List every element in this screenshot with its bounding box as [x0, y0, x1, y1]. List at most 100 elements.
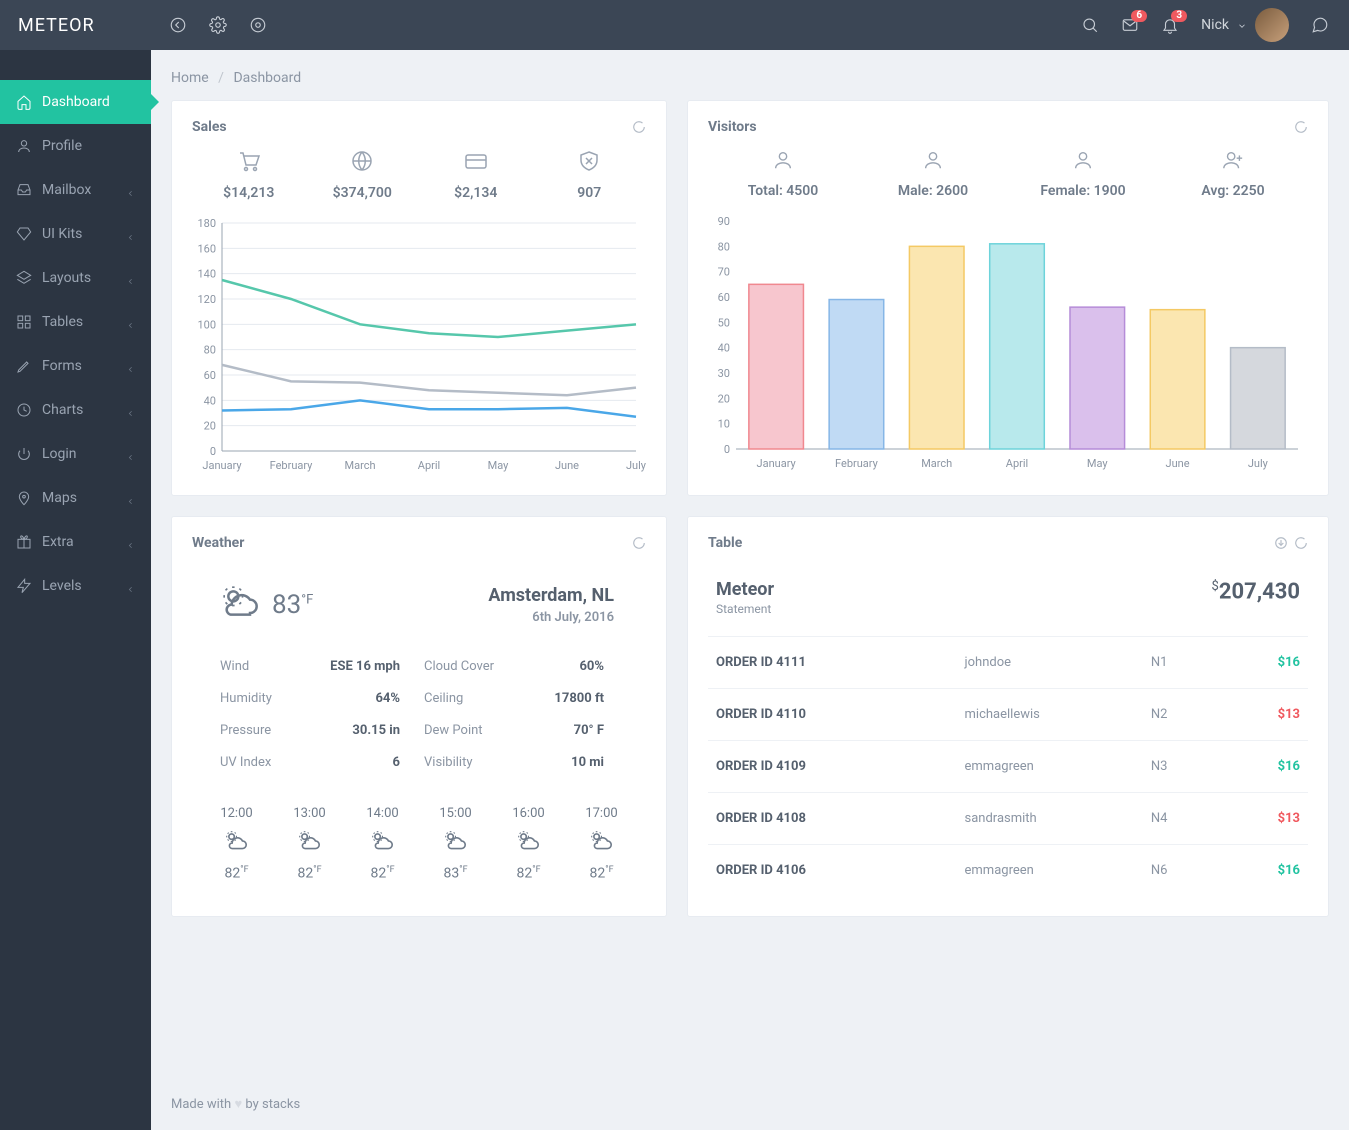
sidebar-item-levels[interactable]: Levels — [0, 564, 151, 608]
visitor-stat: Total: 4500 — [708, 149, 858, 199]
sidebar-item-maps[interactable]: Maps — [0, 476, 151, 520]
weather-metric-value: 64% — [322, 691, 414, 706]
sidebar-item-label: Mailbox — [42, 182, 91, 198]
weather-metric-value: 70° F — [526, 723, 618, 738]
table-row[interactable]: ORDER ID 4111johndoeN1$16 — [708, 637, 1308, 689]
sidebar-item-tables[interactable]: Tables — [0, 300, 151, 344]
sidebar-item-label: Levels — [42, 578, 82, 594]
weather-metric-label: Dew Point — [424, 723, 516, 738]
svg-text:180: 180 — [197, 217, 216, 230]
svg-text:July: July — [1248, 457, 1269, 470]
order-nr: N4 — [1151, 811, 1226, 826]
mail-icon[interactable]: 6 — [1121, 16, 1139, 34]
back-icon[interactable] — [169, 16, 187, 34]
sidebar-item-label: UI Kits — [42, 226, 82, 242]
download-icon[interactable] — [1274, 536, 1288, 550]
search-icon[interactable] — [1081, 16, 1099, 34]
svg-text:80: 80 — [718, 240, 730, 253]
bell-badge: 3 — [1171, 10, 1187, 22]
refresh-icon[interactable] — [632, 536, 646, 550]
table-amount: $207,430 — [1212, 579, 1300, 604]
weather-city: Amsterdam, NL — [488, 585, 614, 606]
gift-icon — [16, 534, 32, 550]
person-icon — [922, 149, 944, 171]
user-name: Nick — [1201, 17, 1229, 33]
sales-stats: $14,213$374,700$2,134907 — [192, 149, 646, 201]
weather-metric-label: Visibility — [424, 755, 516, 770]
svg-text:April: April — [1006, 457, 1028, 470]
svg-text:July: July — [626, 459, 646, 472]
order-nr: N1 — [1151, 655, 1226, 670]
svg-text:140: 140 — [197, 268, 216, 281]
data-table: ORDER ID 4111johndoeN1$16ORDER ID 4110mi… — [708, 637, 1308, 896]
refresh-icon[interactable] — [1294, 120, 1308, 134]
power-icon — [16, 446, 32, 462]
forecast-item: 14:0082°F — [366, 806, 398, 882]
sidebar-item-label: Extra — [42, 534, 74, 550]
svg-text:0: 0 — [724, 443, 730, 456]
weather-metric-value: 10 mi — [526, 755, 618, 770]
visitors-chart: 0102030405060708090JanuaryFebruaryMarchA… — [708, 213, 1308, 473]
layers-icon — [16, 270, 32, 286]
svg-text:50: 50 — [718, 316, 730, 329]
shield-icon — [577, 149, 601, 173]
table-row[interactable]: ORDER ID 4109emmagreenN3$16 — [708, 741, 1308, 793]
sidebar-item-layouts[interactable]: Layouts — [0, 256, 151, 300]
order-price: $16 — [1225, 863, 1300, 878]
sidebar-item-profile[interactable]: Profile — [0, 124, 151, 168]
forecast-time: 12:00 — [220, 806, 252, 821]
refresh-icon[interactable] — [632, 120, 646, 134]
table-row[interactable]: ORDER ID 4106emmagreenN6$16 — [708, 845, 1308, 896]
sidebar-item-forms[interactable]: Forms — [0, 344, 151, 388]
weather-metric-label: Pressure — [220, 723, 312, 738]
bell-icon[interactable]: 3 — [1161, 16, 1179, 34]
main: Home / Dashboard Sales $14,213$374,700$2… — [151, 50, 1349, 1130]
visitors-stats: Total: 4500Male: 2600Female: 1900Avg: 22… — [708, 149, 1308, 199]
stat-value: Female: 1900 — [1008, 183, 1158, 199]
weather-icon — [220, 583, 260, 627]
chevron-left-icon — [126, 274, 135, 283]
sales-chart: 020406080100120140160180JanuaryFebruaryM… — [192, 215, 646, 475]
weather-metric-value: ESE 16 mph — [322, 659, 414, 674]
gear-icon[interactable] — [249, 16, 267, 34]
person-icon — [1072, 149, 1094, 171]
svg-text:0: 0 — [210, 445, 216, 458]
breadcrumb-sep: / — [218, 70, 224, 86]
sidebar-item-login[interactable]: Login — [0, 432, 151, 476]
sidebar-item-mailbox[interactable]: Mailbox — [0, 168, 151, 212]
svg-text:160: 160 — [197, 242, 216, 255]
svg-text:May: May — [488, 459, 510, 472]
user-menu[interactable]: Nick — [1201, 8, 1289, 42]
sidebar-item-label: Forms — [42, 358, 82, 374]
sidebar-item-extra[interactable]: Extra — [0, 520, 151, 564]
chevron-left-icon — [126, 406, 135, 415]
footer: Made with ♥ by stacks — [151, 1072, 1349, 1130]
avatar — [1255, 8, 1289, 42]
refresh-icon[interactable] — [1294, 536, 1308, 550]
svg-text:100: 100 — [197, 318, 216, 331]
weather-metric-value: 6 — [322, 755, 414, 770]
settings-icon[interactable] — [209, 16, 227, 34]
table-row[interactable]: ORDER ID 4108sandrasmithN4$13 — [708, 793, 1308, 845]
weather-now: 83°F — [220, 583, 313, 627]
weather-metric-value: 17800 ft — [526, 691, 618, 706]
breadcrumb-home[interactable]: Home — [171, 70, 209, 86]
weather-metric-label: UV Index — [220, 755, 312, 770]
chevron-down-icon — [1237, 20, 1247, 30]
sidebar-item-charts[interactable]: Charts — [0, 388, 151, 432]
order-user: sandrasmith — [965, 811, 1151, 826]
topbar-right: 6 3 Nick — [1081, 8, 1329, 42]
forecast-temp: 82°F — [585, 865, 617, 882]
sidebar-item-dashboard[interactable]: Dashboard — [0, 80, 151, 124]
svg-text:60: 60 — [718, 291, 730, 304]
sidebar-item-label: Maps — [42, 490, 77, 506]
panel-title: Visitors — [708, 119, 757, 135]
panel-actions — [632, 120, 646, 134]
weather-panel: Weather 83°F Amsterdam, NL 6th July, 201… — [171, 516, 667, 917]
weather-metric-value: 30.15 in — [322, 723, 414, 738]
sidebar-item-label: Tables — [42, 314, 83, 330]
sidebar-item-ui-kits[interactable]: UI Kits — [0, 212, 151, 256]
chat-icon[interactable] — [1311, 16, 1329, 34]
table-row[interactable]: ORDER ID 4110michaellewisN2$13 — [708, 689, 1308, 741]
topbar-left-icons — [169, 16, 267, 34]
